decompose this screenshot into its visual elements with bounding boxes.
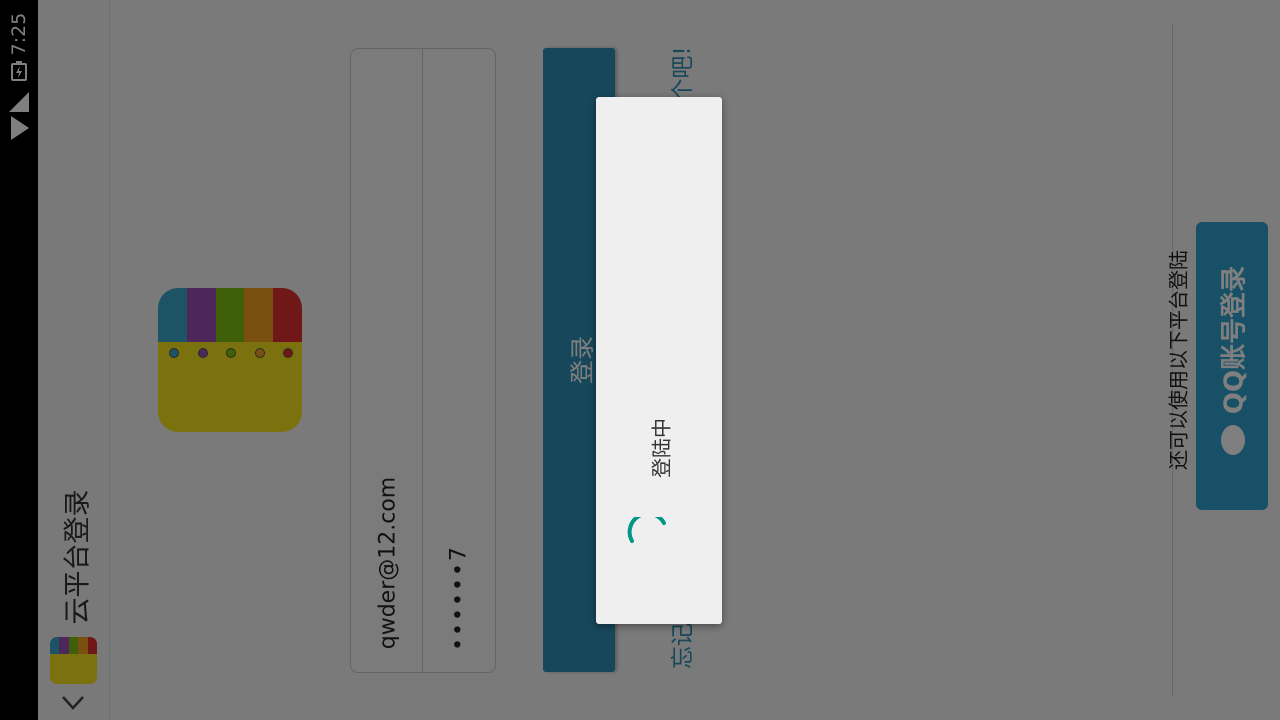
loading-message: 登陆中 <box>649 418 674 478</box>
loading-spinner-icon <box>627 517 666 543</box>
loading-dialog: 登陆中 <box>596 97 722 624</box>
